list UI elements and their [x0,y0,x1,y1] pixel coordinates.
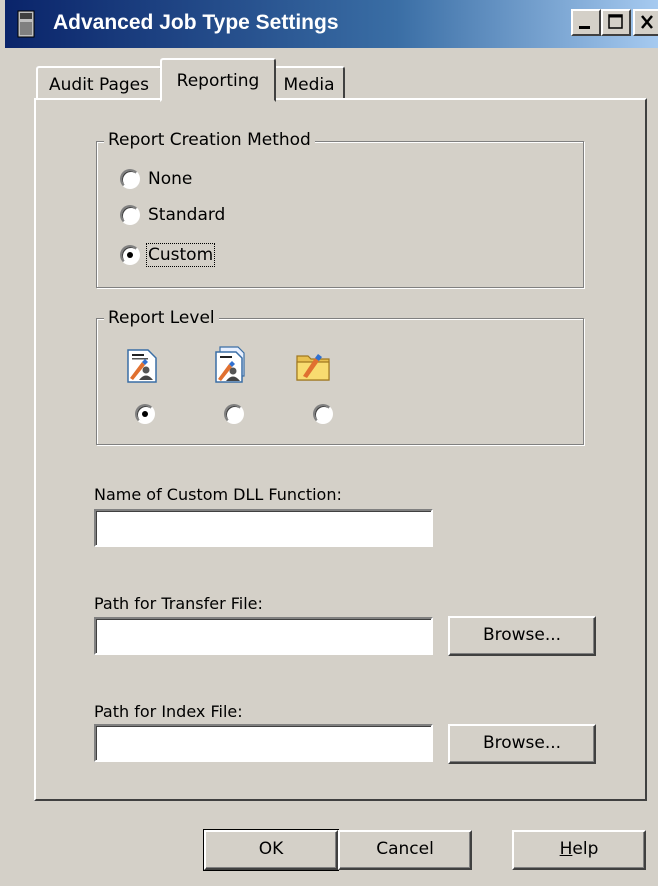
radio-level-3[interactable] [313,404,333,424]
radio-standard[interactable] [120,205,140,225]
help-label-rest: elp [572,839,599,859]
maximize-icon [608,14,623,29]
transfer-browse-button[interactable]: Browse... [448,616,596,656]
report-documents-users-icon [215,346,245,383]
tab-audit-pages[interactable]: Audit Pages [36,66,162,100]
tab-audit-pages-label: Audit Pages [49,75,149,95]
radio-level-1[interactable] [135,404,155,424]
transfer-file-label: Path for Transfer File: [94,594,263,613]
transfer-file-input[interactable] [94,617,433,655]
dialog-window: Advanced Job Type Settings Audit Pages R… [0,0,658,886]
window-title: Advanced Job Type Settings [53,11,339,34]
report-level-group [96,318,584,445]
report-document-users-icon [127,349,157,383]
index-file-label: Path for Index File: [94,702,243,721]
report-folder-pencil-icon [296,354,330,381]
close-button[interactable] [633,9,658,36]
cancel-button[interactable]: Cancel [338,830,472,870]
minimize-icon [579,26,590,29]
radio-custom[interactable] [120,245,140,265]
app-icon [17,10,35,38]
index-browse-button[interactable]: Browse... [448,724,596,764]
maximize-button[interactable] [601,9,631,36]
help-button[interactable]: Help [512,830,646,870]
radio-custom-label[interactable]: Custom [145,243,216,267]
radio-level-1-dot [142,411,148,417]
tab-reporting[interactable]: Reporting [160,58,276,102]
dll-function-input[interactable] [94,509,433,547]
report-level-title: Report Level [104,308,219,328]
radio-custom-dot [127,252,133,258]
close-icon [641,15,653,29]
radio-level-2[interactable] [224,404,244,424]
radio-none-label[interactable]: None [148,169,192,189]
ok-button[interactable]: OK [203,829,339,871]
help-mnemonic: H [559,839,573,859]
index-file-input[interactable] [94,724,433,762]
minimize-button[interactable] [571,9,601,36]
tab-media[interactable]: Media [273,66,345,100]
title-bar[interactable]: Advanced Job Type Settings [5,0,658,48]
radio-none[interactable] [120,169,140,189]
tab-reporting-label: Reporting [176,71,260,91]
dll-function-label: Name of Custom DLL Function: [94,485,342,504]
report-creation-method-title: Report Creation Method [104,130,315,150]
radio-standard-label[interactable]: Standard [148,205,225,225]
tab-media-label: Media [283,75,335,95]
